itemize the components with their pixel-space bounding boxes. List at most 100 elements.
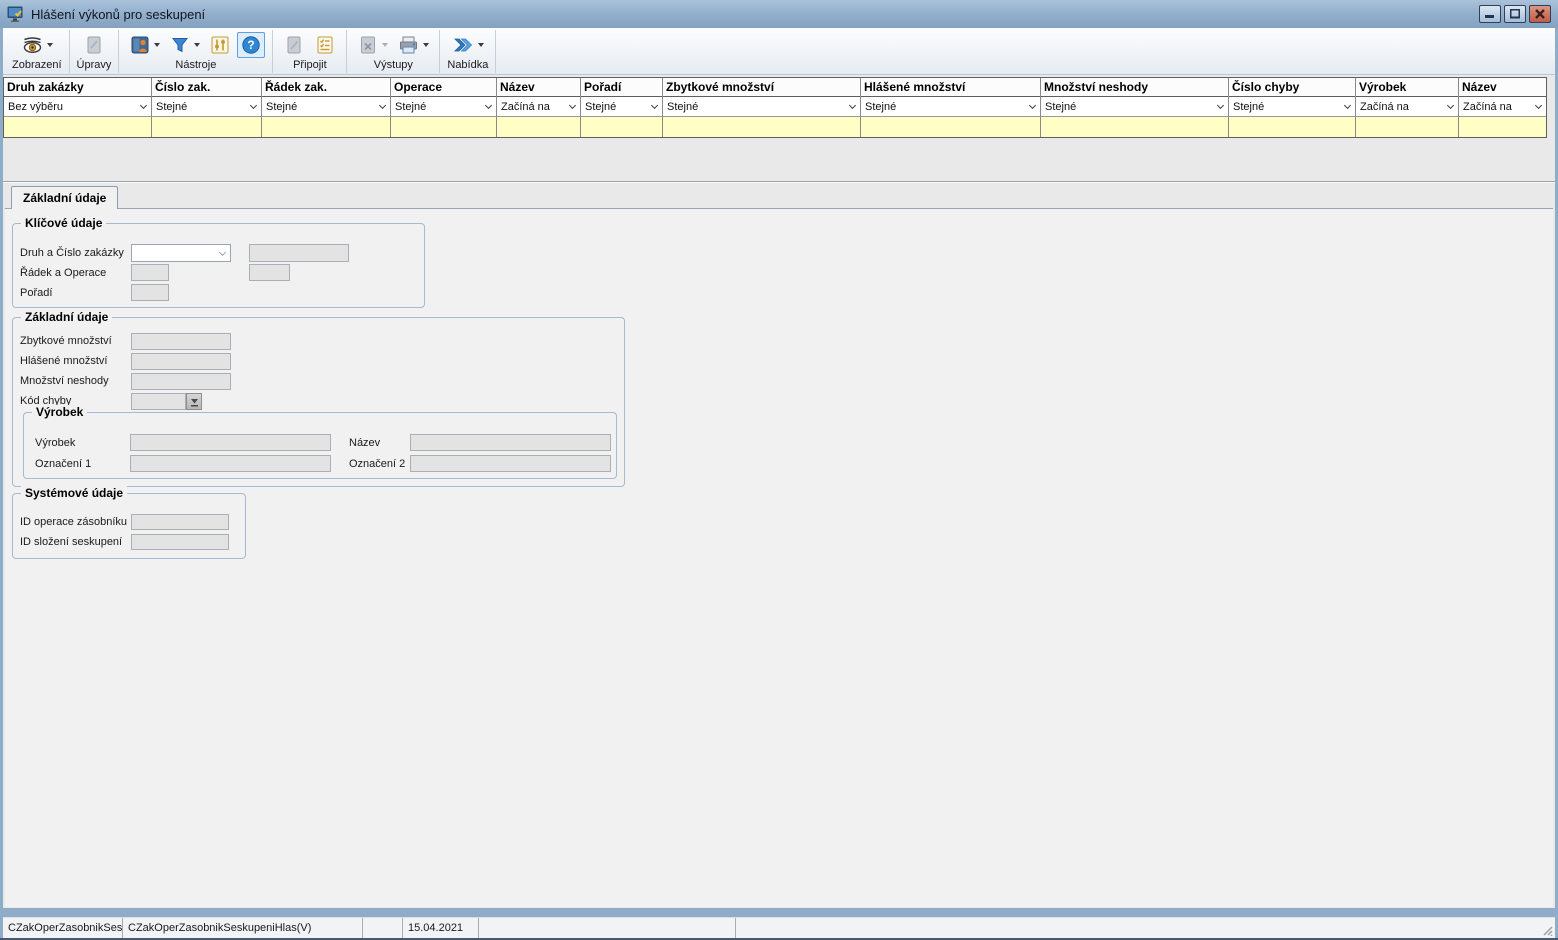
toolbar-group-label: Úpravy xyxy=(76,59,112,71)
checklist-button[interactable] xyxy=(311,32,339,58)
filter-value-input[interactable] xyxy=(1229,117,1355,137)
filter-operator-select[interactable]: Začíná na xyxy=(1459,97,1546,117)
filter-column-header: Název xyxy=(497,78,580,97)
filter-operator-select[interactable]: Stejné xyxy=(663,97,860,117)
id-operace-zasobniku-label: ID operace zásobníku xyxy=(20,516,128,528)
filter-column-header: Hlášené množství xyxy=(861,78,1040,97)
filter-column: Pořadí Stejné xyxy=(581,78,663,137)
druh-zakazky-select[interactable] xyxy=(131,244,231,262)
filter-operator-value: Bez výběru xyxy=(8,100,64,113)
chevron-down-icon xyxy=(848,101,857,110)
filter-column-header: Číslo chyby xyxy=(1229,78,1355,97)
menu-chevrons-button[interactable] xyxy=(448,32,487,58)
dropdown-arrow-icon xyxy=(478,43,485,47)
filter-operator-select[interactable]: Stejné xyxy=(391,97,496,117)
maximize-button[interactable] xyxy=(1504,5,1526,23)
filter-operator-value: Stejné xyxy=(266,100,298,113)
filter-funnel-icon xyxy=(169,34,191,56)
filter-column: Číslo chyby Stejné xyxy=(1229,78,1356,137)
filter-operator-select[interactable]: Začíná na xyxy=(1356,97,1458,117)
chevron-down-icon xyxy=(1446,101,1455,110)
filter-value-input[interactable] xyxy=(4,117,151,137)
window-title: Hlášení výkonů pro seskupení xyxy=(31,6,206,22)
contacts-book-button[interactable] xyxy=(126,32,163,58)
filter-operator-select[interactable]: Stejné xyxy=(581,97,662,117)
filter-column: Množství neshody Stejné xyxy=(1041,78,1229,137)
printer-button[interactable] xyxy=(394,32,432,58)
toolbar-group: ? Nástroje xyxy=(119,30,274,73)
filter-operator-select[interactable]: Začíná na xyxy=(497,97,580,117)
minimize-button[interactable] xyxy=(1479,5,1501,23)
nazev-label: Název xyxy=(349,437,381,449)
filter-value-input[interactable] xyxy=(663,117,860,137)
filter-operator-value: Stejné xyxy=(1233,100,1265,113)
chevron-down-icon xyxy=(1028,101,1037,110)
help-button[interactable]: ? xyxy=(237,32,266,58)
filter-column-header: Zbytkové množství xyxy=(663,78,860,97)
id-operace-zasobniku-field xyxy=(131,514,229,530)
chevron-down-icon xyxy=(378,101,387,110)
filter-value-input[interactable] xyxy=(262,117,390,137)
statusbar-panel xyxy=(363,918,403,938)
filter-operator-value: Stejné xyxy=(1045,100,1077,113)
oznaceni2-field xyxy=(410,455,611,472)
filter-column-header: Pořadí xyxy=(581,78,662,97)
filter-column: Hlášené množství Stejné xyxy=(861,78,1041,137)
filter-value-input[interactable] xyxy=(1356,117,1458,137)
filter-operator-value: Stejné xyxy=(156,100,188,113)
filter-value-input[interactable] xyxy=(152,117,261,137)
filter-value-input[interactable] xyxy=(581,117,662,137)
eye-button[interactable] xyxy=(18,32,56,58)
chevron-down-icon xyxy=(1534,101,1543,110)
kod-chyby-lookup-button[interactable] xyxy=(186,393,202,410)
statusbar-panel xyxy=(736,918,1555,938)
toolbar-group-label: Zobrazení xyxy=(12,59,62,71)
oznaceni1-field xyxy=(130,455,331,472)
filter-value-input[interactable] xyxy=(861,117,1040,137)
filter-funnel-button[interactable] xyxy=(166,32,203,58)
filter-operator-select[interactable]: Stejné xyxy=(152,97,261,117)
statusbar-panel xyxy=(479,918,736,938)
filter-operator-select[interactable]: Stejné xyxy=(861,97,1040,117)
statusbar-panel: CZakOperZasobnikSesku xyxy=(3,918,123,938)
mnozstvi-neshody-field xyxy=(131,373,231,390)
eye-icon xyxy=(21,34,44,56)
radek-field xyxy=(131,264,169,281)
nazev-field xyxy=(410,434,611,451)
filter-operator-select[interactable]: Stejné xyxy=(1041,97,1228,117)
dropdown-arrow-icon xyxy=(46,43,53,47)
statusbar-panel: CZakOperZasobnikSeskupeniHlas(V) xyxy=(123,918,363,938)
filter-operator-select[interactable]: Stejné xyxy=(1229,97,1355,117)
filter-column: Název Začíná na xyxy=(497,78,581,137)
chevron-down-icon xyxy=(568,101,577,110)
kod-chyby-field xyxy=(131,393,186,410)
help-icon: ? xyxy=(240,34,262,56)
filter-operator-select[interactable]: Bez výběru xyxy=(4,97,151,117)
filter-value-input[interactable] xyxy=(1041,117,1228,137)
filter-operator-value: Začíná na xyxy=(1463,100,1512,113)
checklist-icon xyxy=(314,34,336,56)
edit-document-icon xyxy=(83,34,105,56)
sliders-button[interactable] xyxy=(206,32,234,58)
filter-value-input[interactable] xyxy=(497,117,580,137)
group-vyrobek: Výrobek Výrobek Název Označení 1 Označen… xyxy=(23,405,617,479)
close-button[interactable] xyxy=(1529,5,1551,23)
dropdown-arrow-icon xyxy=(154,43,161,47)
filter-operator-value: Stejné xyxy=(395,100,427,113)
tab-zakladni-udaje[interactable]: Základní údaje xyxy=(11,186,119,209)
filter-column: Název Začíná na xyxy=(1459,78,1546,137)
titlebar: Hlášení výkonů pro seskupení xyxy=(0,0,1558,28)
filter-value-input[interactable] xyxy=(1459,117,1546,137)
resize-grip-icon[interactable] xyxy=(1540,923,1553,936)
filter-value-input[interactable] xyxy=(391,117,496,137)
filter-column-header: Výrobek xyxy=(1356,78,1458,97)
hlasene-mnozstvi-field xyxy=(131,353,231,370)
filter-column: Řádek zak. Stejné xyxy=(262,78,391,137)
zbytkove-mnozstvi-field xyxy=(131,333,231,350)
toolbar-group: Výstupy xyxy=(347,30,441,73)
maximize-icon xyxy=(1510,9,1520,19)
filter-column-header: Druh zakázky xyxy=(4,78,151,97)
druh-cislo-zakazky-label: Druh a Číslo zakázky xyxy=(20,247,124,259)
filter-column: Zbytkové množství Stejné xyxy=(663,78,861,137)
filter-operator-select[interactable]: Stejné xyxy=(262,97,390,117)
